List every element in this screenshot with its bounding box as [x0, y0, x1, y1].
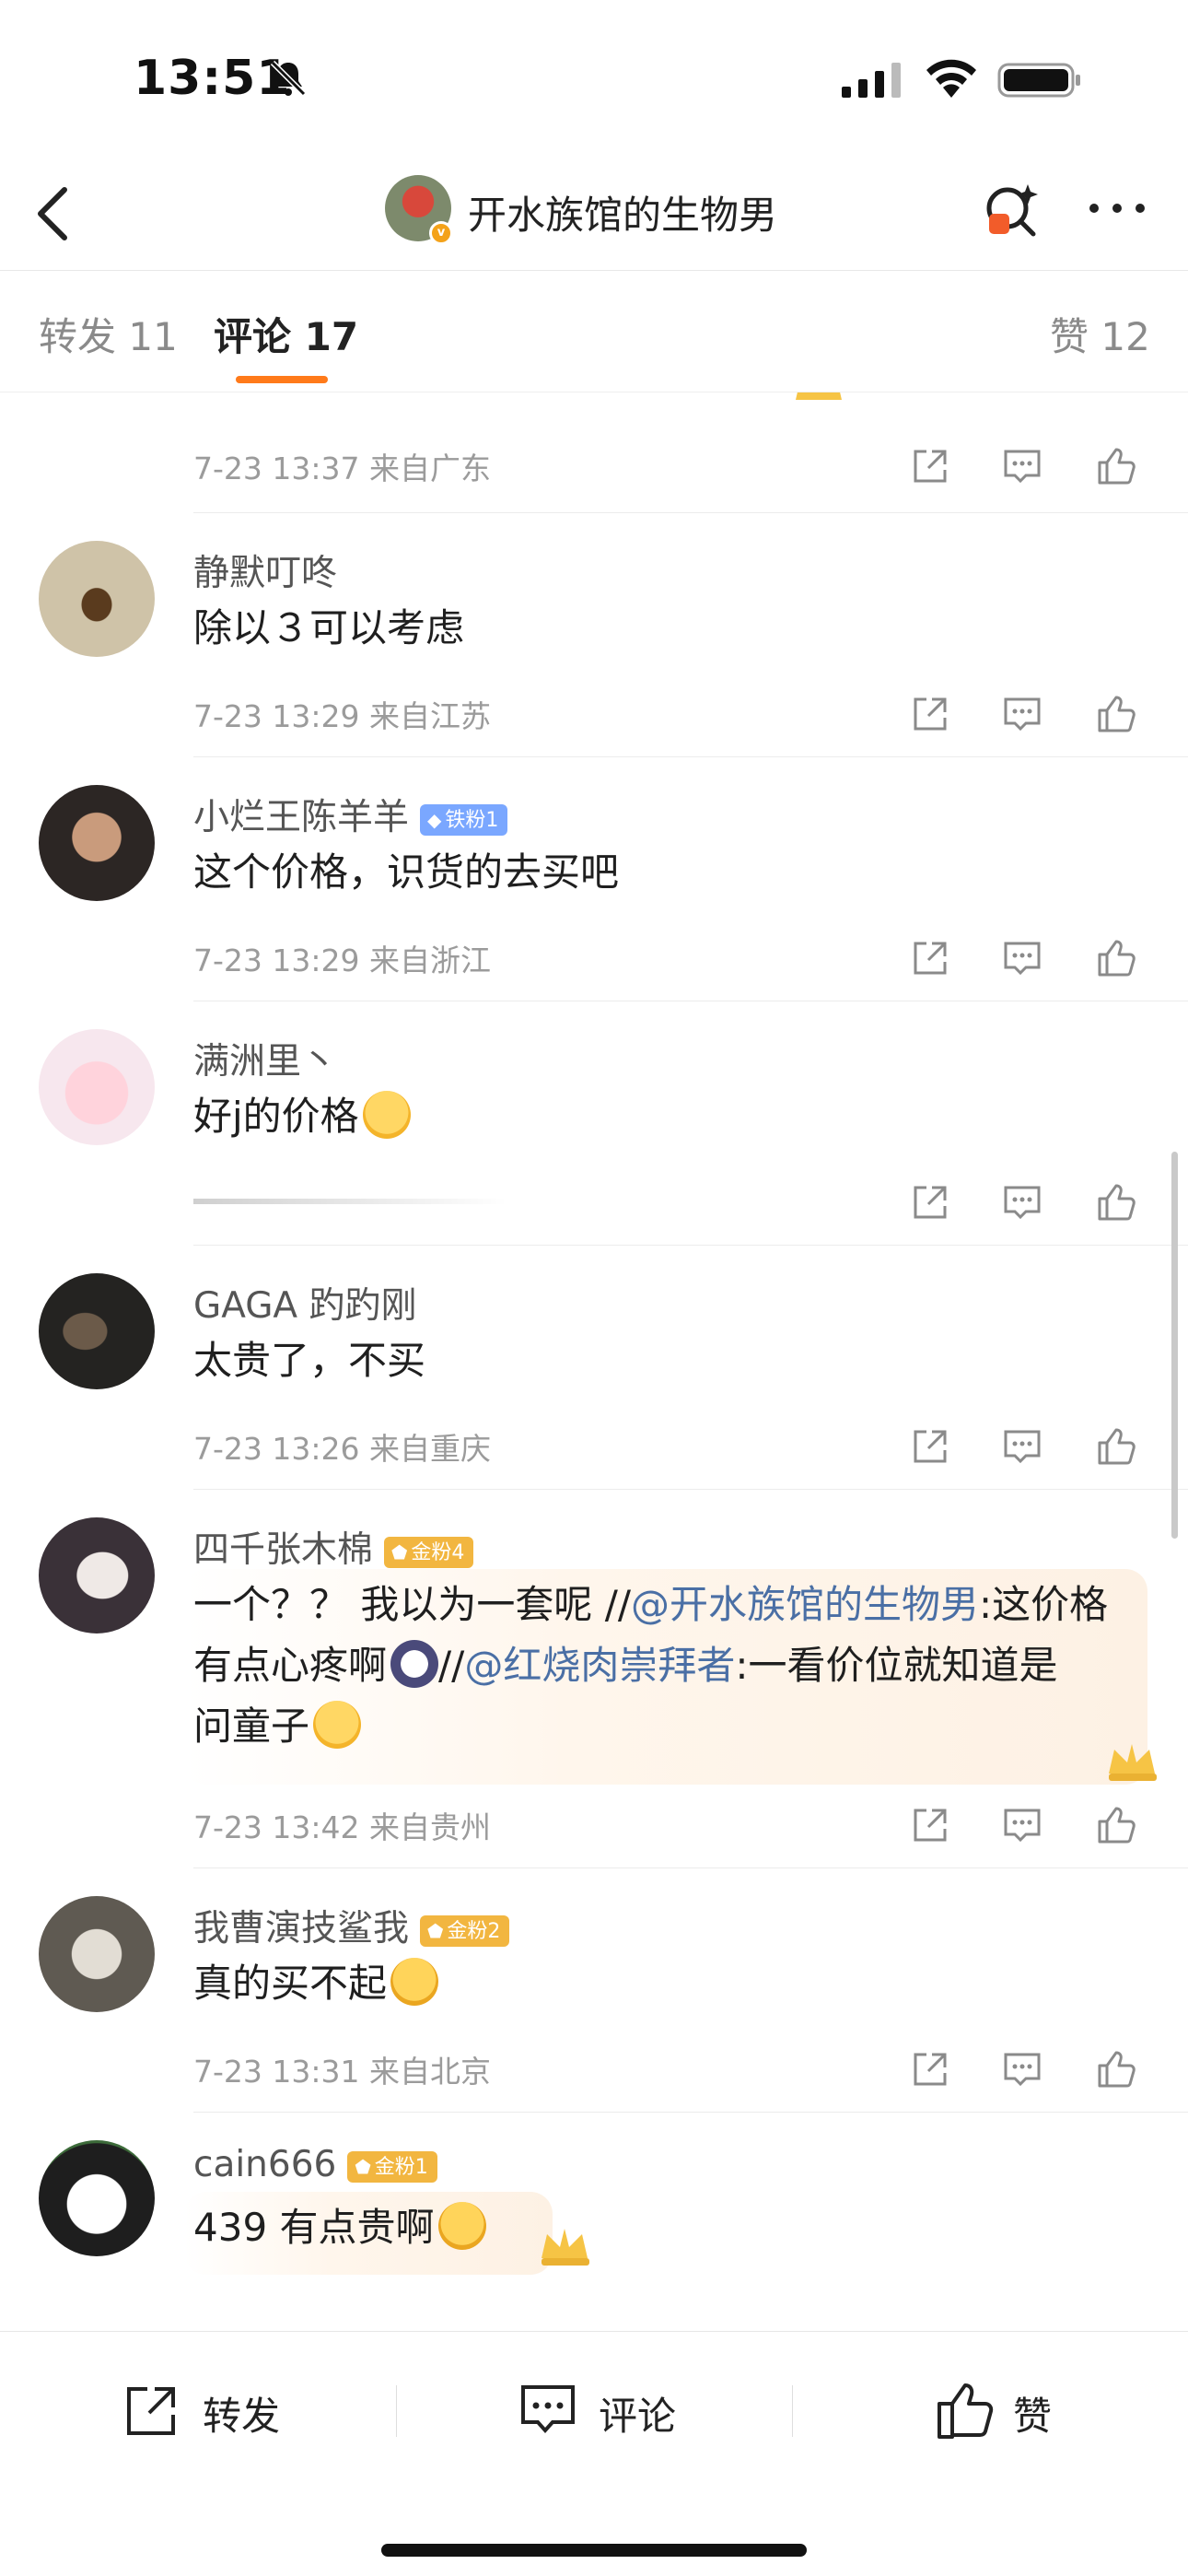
- comment-actions: [908, 1803, 1157, 1849]
- like-icon[interactable]: [1094, 444, 1138, 488]
- shy-emoji-icon: [362, 1091, 411, 1139]
- fan-badge: ⬟ 金粉4: [384, 1536, 474, 1568]
- user-avatar[interactable]: [39, 1517, 155, 1633]
- comment-meta: 7-23 13:31 来自北京: [193, 2054, 491, 2090]
- fan-badge: ⬟ 金粉1: [347, 2150, 437, 2183]
- comment-icon[interactable]: [1000, 936, 1044, 980]
- like-icon[interactable]: [1094, 936, 1138, 980]
- back-arrow-icon[interactable]: [28, 177, 83, 251]
- user-avatar[interactable]: [39, 1273, 155, 1389]
- ai-search-icon[interactable]: [978, 177, 1044, 243]
- comment-meta: 7-23 13:29 来自浙江: [193, 943, 491, 978]
- comment-username[interactable]: 我曹演技鲨我 ⬟ 金粉2: [193, 1900, 510, 1951]
- wifi-icon: [926, 59, 976, 98]
- gold-crown-icon: [796, 392, 842, 400]
- facepalm-emoji-icon: [313, 1701, 362, 1749]
- comment-text-line: 一个？？ 我以为一套呢 //@开水族馆的生物男:这价格: [193, 1582, 1109, 1627]
- author-name[interactable]: 开水族馆的生物男: [468, 184, 777, 240]
- comment-text: 真的买不起: [193, 1953, 439, 2014]
- repost-icon[interactable]: [908, 1180, 952, 1224]
- battery-icon: [997, 63, 1080, 98]
- comment-username[interactable]: GAGA 趵趵刚: [193, 1277, 417, 1329]
- comment-icon[interactable]: [1000, 692, 1044, 736]
- repost-icon[interactable]: [908, 2047, 952, 2091]
- dog-emoji-icon: [390, 1640, 439, 1688]
- like-button[interactable]: 赞: [934, 2378, 1081, 2442]
- repost-icon[interactable]: [908, 936, 952, 980]
- tab-repost[interactable]: 转发 11: [39, 306, 178, 362]
- comment-text: 太贵了，不买: [193, 1338, 426, 1383]
- repost-button[interactable]: 转发: [120, 2378, 304, 2442]
- gold-crown-icon: [542, 2229, 589, 2266]
- comment-button[interactable]: 评论: [516, 2378, 700, 2442]
- like-icon[interactable]: [1094, 1424, 1138, 1469]
- comment-actions: [908, 444, 1157, 490]
- user-avatar[interactable]: [39, 785, 155, 901]
- active-tab-indicator: [236, 376, 328, 383]
- scrollbar[interactable]: [1171, 1152, 1178, 1539]
- comment-actions: [908, 692, 1157, 738]
- comment-actions: [908, 1424, 1157, 1470]
- cellular-signal-icon: [842, 63, 901, 98]
- comment-text: 这个价格，识货的去买吧: [193, 849, 620, 895]
- comment-text-line: 有点心疼啊//@红烧肉崇拜者:一看价位就知道是: [193, 1635, 1058, 1696]
- repost-icon: [127, 2387, 175, 2435]
- repost-icon[interactable]: [908, 1424, 952, 1469]
- comment-username[interactable]: cain666 ⬟ 金粉1: [193, 2144, 437, 2185]
- like-icon[interactable]: [1094, 2047, 1138, 2091]
- comment-meta: 7-23 13:26 来自重庆: [193, 1431, 491, 1467]
- fan-badge: ⬟ 金粉2: [420, 1914, 510, 1947]
- repost-icon[interactable]: [908, 444, 952, 488]
- comment-icon[interactable]: [1000, 1424, 1044, 1469]
- gold-crown-icon: [1109, 1744, 1157, 1781]
- comment-text-line: 问童子: [193, 1696, 362, 1757]
- comment-icon[interactable]: [1000, 444, 1044, 488]
- mute-bell-icon: [270, 60, 307, 97]
- loading-placeholder: [193, 1199, 507, 1204]
- comment-icon: [521, 2385, 575, 2434]
- repost-icon[interactable]: [908, 692, 952, 736]
- comment-meta: 7-23 13:42 来自贵州: [193, 1809, 491, 1845]
- tab-bar: 转发 11 评论 17 赞 12: [0, 271, 1188, 392]
- tab-comments[interactable]: 评论 17: [214, 306, 358, 362]
- mention-link[interactable]: @开水族馆的生物男: [631, 1582, 979, 1627]
- bottom-action-bar: 转发 评论 赞: [0, 2331, 1188, 2576]
- tab-likes[interactable]: 赞 12: [1050, 306, 1150, 362]
- comment-text: 除以３可以考虑: [193, 605, 465, 650]
- like-icon[interactable]: [1094, 1180, 1138, 1224]
- comment-actions: [908, 2047, 1157, 2093]
- like-icon: [938, 2383, 994, 2439]
- comment-text: 好j的价格: [193, 1086, 411, 1147]
- verified-badge-icon: v: [429, 221, 453, 245]
- comment-icon[interactable]: [1000, 2047, 1044, 2091]
- comment-username[interactable]: 小烂王陈羊羊 ◆ 铁粉1: [193, 789, 508, 840]
- crying-emoji-icon: [390, 1958, 439, 2006]
- nav-bar: v 开水族馆的生物男: [0, 157, 1188, 271]
- crying-emoji-icon: [437, 2202, 486, 2250]
- comment-icon[interactable]: [1000, 1180, 1044, 1224]
- user-avatar[interactable]: [39, 1896, 155, 2012]
- fan-badge: ◆ 铁粉1: [420, 803, 508, 836]
- comment-actions: [908, 1180, 1157, 1226]
- comment-meta: 7-23 13:29 来自江苏: [193, 698, 491, 734]
- comment-actions: [908, 936, 1157, 982]
- comment-username[interactable]: 四千张木棉 ⬟ 金粉4: [193, 1521, 474, 1573]
- like-icon[interactable]: [1094, 692, 1138, 736]
- more-icon[interactable]: [1085, 190, 1149, 227]
- repost-icon[interactable]: [908, 1803, 952, 1847]
- mention-link[interactable]: @红烧肉崇拜者: [464, 1643, 735, 1688]
- comment-meta: 7-23 13:37 来自广东: [193, 451, 491, 486]
- comment-icon[interactable]: [1000, 1803, 1044, 1847]
- like-icon[interactable]: [1094, 1803, 1138, 1847]
- comment-list[interactable]: 7-23 13:37 来自广东 静默叮咚 除以３可以考虑 7-23 13:29 …: [0, 392, 1188, 2331]
- user-avatar[interactable]: [39, 1029, 155, 1145]
- user-avatar[interactable]: [39, 541, 155, 657]
- comment-text: 439 有点贵啊: [193, 2197, 486, 2258]
- user-avatar[interactable]: [39, 2140, 155, 2256]
- home-indicator: [381, 2544, 807, 2557]
- comment-username[interactable]: 静默叮咚: [193, 544, 337, 596]
- status-bar: 13:51: [0, 0, 1188, 157]
- comment-username[interactable]: 满洲里丶: [193, 1033, 337, 1084]
